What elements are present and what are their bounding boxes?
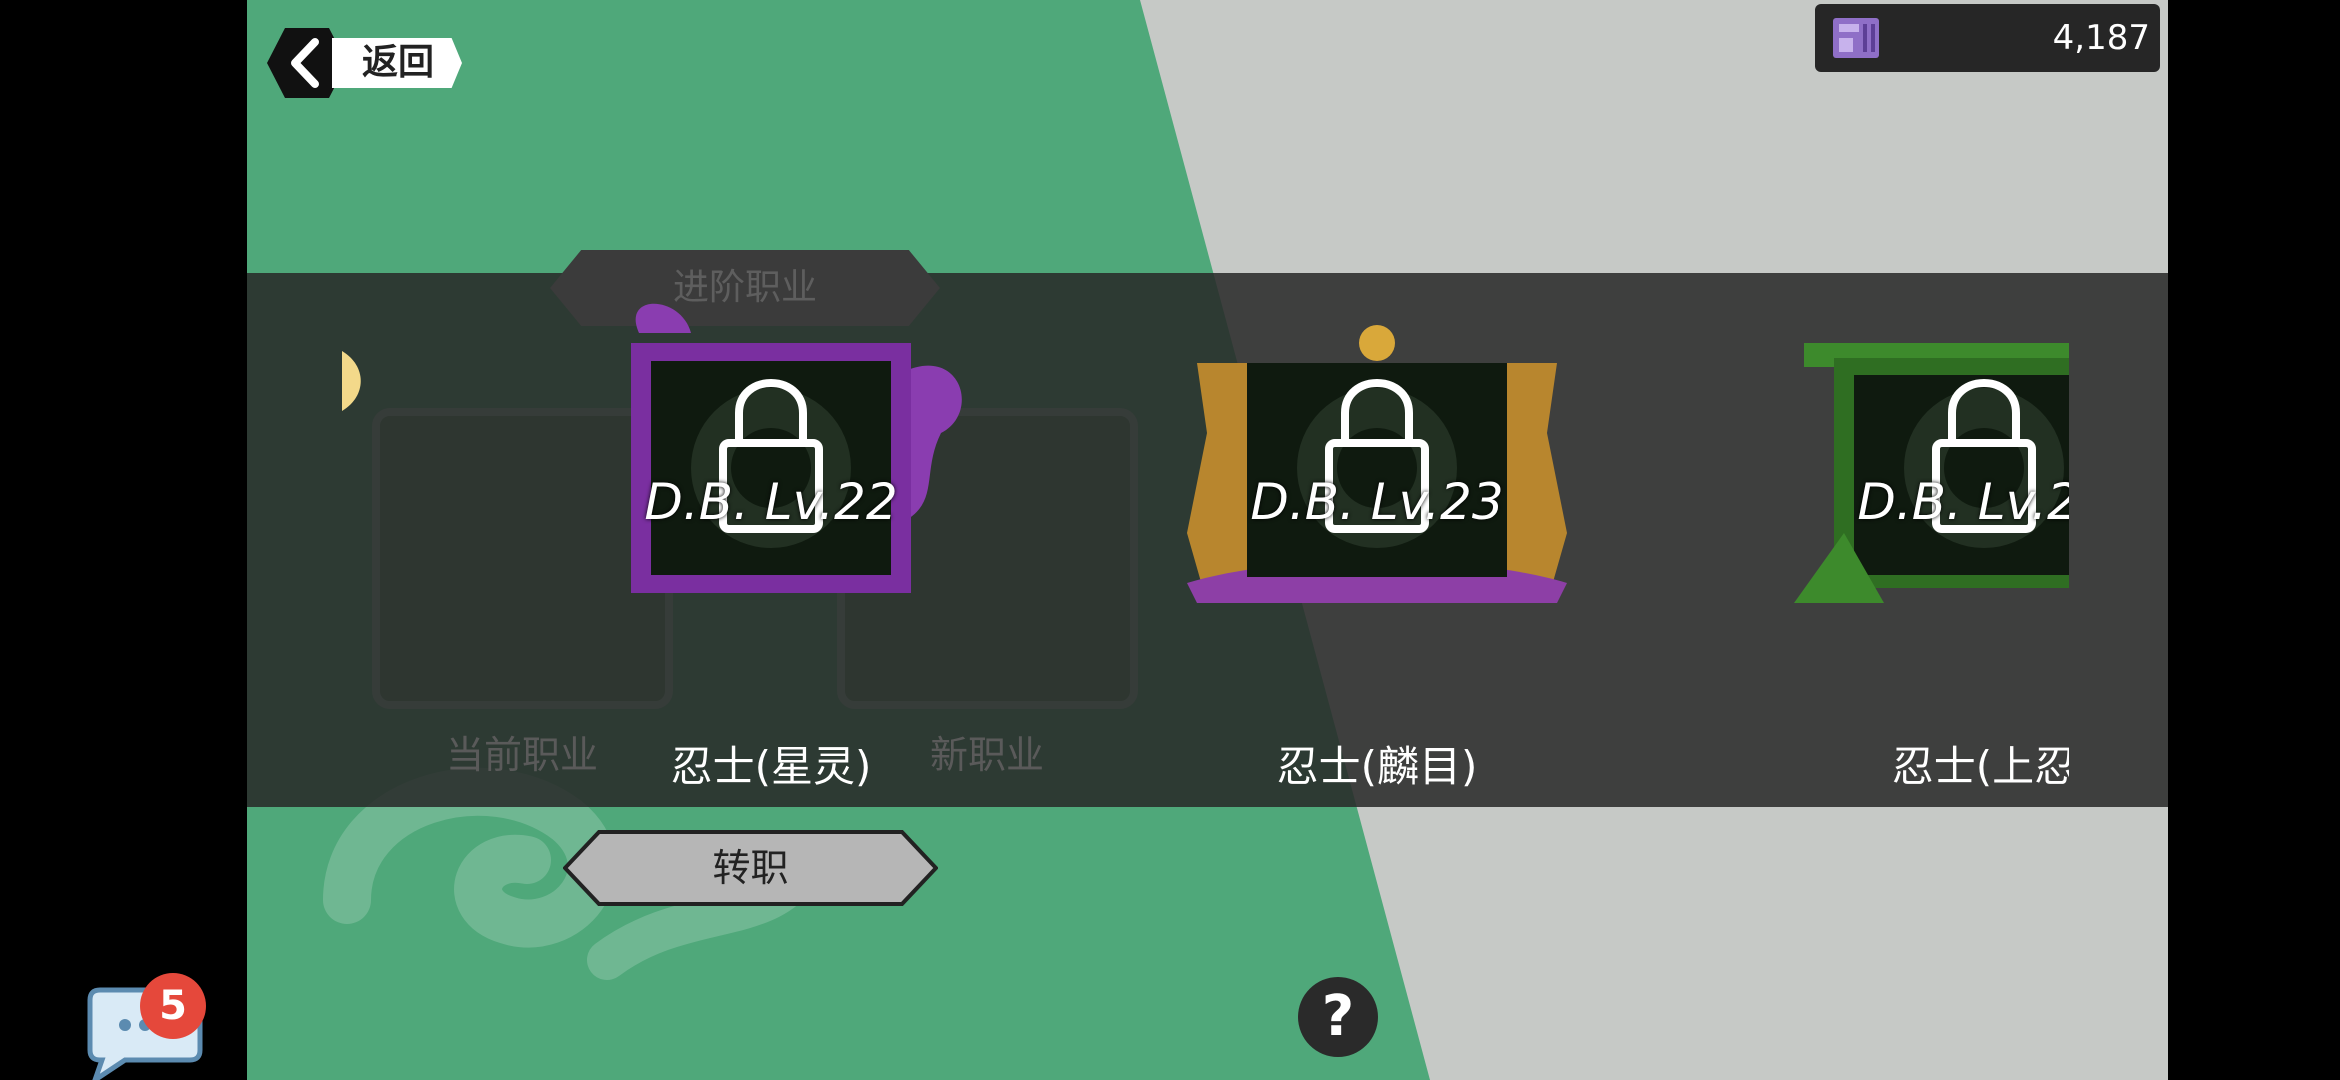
- game-viewport: 返回 4,187 进阶职业 当前职业 新职业 D.B. Lv.22 忍士(星灵)…: [247, 0, 2168, 1080]
- job-name: 忍士(上忍: [1891, 742, 2069, 791]
- job-name: 忍士(麟目): [1276, 742, 1478, 791]
- job-card[interactable]: D.B. Lv.24 忍士(上忍: [1774, 303, 2069, 791]
- currency-display: 4,187: [1815, 4, 2160, 72]
- job-level: D.B. Lv.24: [1857, 473, 2069, 531]
- job-frame-icon: [1794, 343, 2069, 603]
- change-job-button[interactable]: 转职: [563, 830, 938, 906]
- ticket-icon: [1833, 18, 1879, 58]
- job-card-list[interactable]: D.B. Lv.22 忍士(星灵) D.B. Lv.23 忍士(麟目) D.B.…: [247, 273, 2069, 807]
- job-frame-icon: [631, 303, 962, 593]
- job-card[interactable]: D.B. Lv.23 忍士(麟目): [1167, 303, 1587, 791]
- job-level: D.B. Lv.23: [1250, 473, 1504, 531]
- partial-card-edge: [342, 351, 361, 411]
- change-job-label: 转职: [712, 846, 789, 890]
- chat-badge: 5: [140, 973, 206, 1039]
- job-card[interactable]: D.B. Lv.22 忍士(星灵): [561, 303, 981, 791]
- help-button[interactable]: ?: [1298, 977, 1378, 1057]
- job-level: D.B. Lv.22: [644, 473, 898, 531]
- letterbox-left: [0, 0, 247, 1080]
- back-label: 返回: [332, 38, 462, 88]
- back-button[interactable]: 返回: [267, 28, 467, 98]
- currency-value: 4,187: [2052, 18, 2150, 58]
- letterbox-right: [2168, 0, 2340, 1080]
- job-name: 忍士(星灵): [670, 742, 872, 791]
- job-frame-icon: [1187, 325, 1567, 603]
